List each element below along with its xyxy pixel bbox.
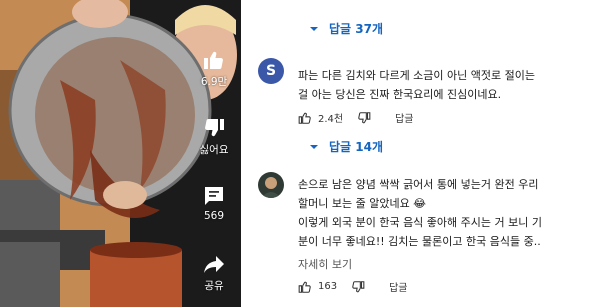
comment-icon xyxy=(205,187,223,205)
like-count: 6.9만 xyxy=(200,76,228,88)
comment-actions: 2.4천 답글 xyxy=(298,110,414,125)
comment-text: 파는 다른 김치와 다르게 소금이 아닌 액젓로 절이는 걸 아는 당신은 진짜… xyxy=(298,69,535,101)
thumbs-up-icon xyxy=(204,51,223,70)
reply-button[interactable]: 답글 xyxy=(389,279,407,294)
thumbs-down-icon[interactable] xyxy=(357,111,371,125)
share-action[interactable]: 공유 xyxy=(196,252,232,293)
dislike-action[interactable]: 싫어요 xyxy=(196,116,232,157)
avatar[interactable] xyxy=(258,172,284,198)
avatar-image xyxy=(258,172,284,198)
caret-down-icon xyxy=(310,144,318,149)
reply-button[interactable]: 답글 xyxy=(395,110,413,125)
share-label: 공유 xyxy=(204,280,224,292)
view-replies-button[interactable]: 답글 37개 xyxy=(309,20,383,37)
thumbs-up-icon[interactable] xyxy=(298,111,312,125)
view-replies-label: 답글 14개 xyxy=(329,140,383,154)
thumbs-down-icon xyxy=(205,118,224,137)
like-count: 163 xyxy=(318,281,338,292)
view-replies-button[interactable]: 답글 14개 xyxy=(309,138,383,155)
comment-actions: 163 답글 xyxy=(298,279,408,294)
caret-down-icon xyxy=(310,26,318,31)
avatar[interactable]: S xyxy=(258,58,284,84)
thumbs-down-icon[interactable] xyxy=(351,280,365,294)
video-player[interactable]: 6.9만 싫어요 569 공유 xyxy=(0,0,241,307)
share-icon xyxy=(204,256,224,273)
dislike-label: 싫어요 xyxy=(199,144,229,156)
comments-panel: 답글 37개 S 파는 다른 김치와 다르게 소금이 아닌 액젓로 절이는 걸 … xyxy=(241,0,600,307)
comment-count: 569 xyxy=(203,210,225,222)
like-action[interactable]: 6.9만 xyxy=(196,48,232,89)
comment-action[interactable]: 569 xyxy=(196,184,232,222)
comment-text: 손으로 남은 양념 싹싹 긁어서 통에 넣는거 완전 우리 할머니 보는 줄 알… xyxy=(298,178,542,248)
view-replies-label: 답글 37개 xyxy=(329,22,383,36)
read-more-link[interactable]: 자세히 보기 xyxy=(298,256,352,272)
like-count: 2.4천 xyxy=(318,114,344,125)
thumbs-up-icon[interactable] xyxy=(298,280,312,294)
